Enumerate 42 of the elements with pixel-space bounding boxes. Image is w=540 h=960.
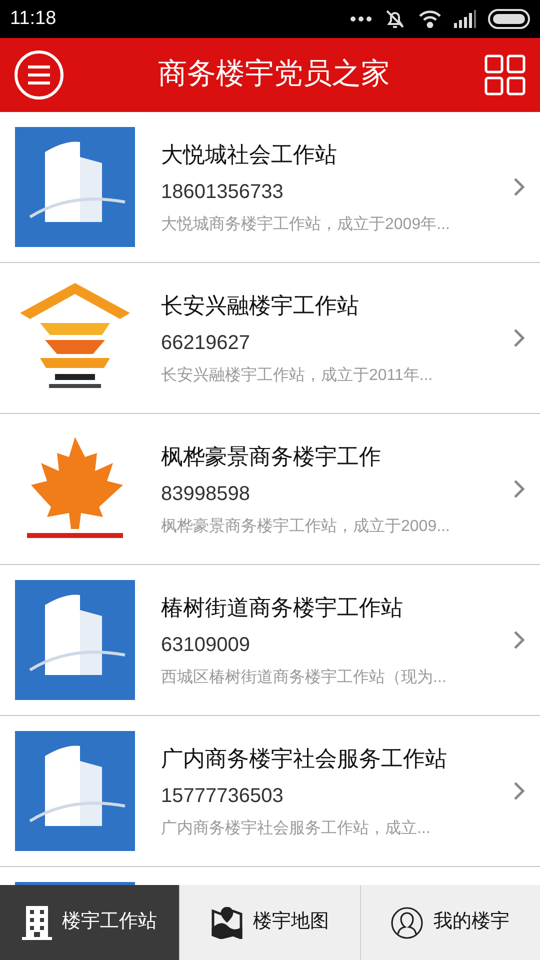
menu-button[interactable] (14, 50, 64, 100)
station-list-item[interactable]: 椿树街道商务楼宇工作站 63109009 西城区椿树街道商务楼宇工作站（现为... (0, 565, 540, 716)
status-time: 11:18 (10, 6, 56, 31)
station-list-item[interactable]: 大悦城社会工作站 18601356733 大悦城商务楼宇工作站，成立于2009年... (0, 112, 540, 263)
station-name: 椿树街道商务楼宇工作站 (161, 594, 404, 622)
station-name: 大悦城社会工作站 (161, 140, 338, 168)
station-list-item[interactable]: 长安兴融楼宇工作站 66219627 长安兴融楼宇工作站，成立于2011年... (0, 263, 540, 414)
station-description: 西城区椿树街道商务楼宇工作站（现为... (161, 668, 448, 688)
muted-bell-icon (384, 8, 406, 30)
station-list-item[interactable]: 广内商务楼宇社会服务工作站 15777736503 广内商务楼宇社会服务工作站，成立... (0, 716, 540, 867)
station-name: 枫桦豪景商务楼宇工作 (161, 442, 382, 470)
station-description: 枫桦豪景商务楼宇工作站，成立于2009... (161, 516, 451, 536)
station-name: 长安兴融楼宇工作站 (161, 292, 360, 320)
station-description: 广内商务楼宇社会服务工作站，成立... (161, 818, 432, 838)
station-phone: 18601356733 (161, 180, 284, 204)
station-name: 广内商务楼宇社会服务工作站 (161, 744, 448, 772)
bottom-tab[interactable]: 我的楼宇 (360, 885, 540, 960)
grid-icon (484, 54, 526, 96)
grid-button[interactable] (484, 54, 526, 96)
station-description: 长安兴融楼宇工作站，成立于2011年... (161, 366, 434, 386)
station-list-item[interactable]: 枫桦豪景商务楼宇工作 83998598 枫桦豪景商务楼宇工作站，成立于2009... (0, 414, 540, 565)
station-phone: 66219627 (161, 330, 251, 356)
station-phone: 15777736503 (161, 784, 284, 808)
menu-icon (14, 50, 64, 100)
battery-icon (488, 9, 530, 29)
app-title: 商务楼宇党员之家 (158, 57, 390, 92)
station-description: 大悦城商务楼宇工作站，成立于2009年... (161, 214, 451, 234)
signal-icon (454, 10, 476, 28)
chevron-right-icon (513, 479, 525, 499)
chevron-right-icon (513, 328, 525, 348)
chevron-right-icon (513, 177, 525, 197)
map-pin-icon (210, 906, 243, 938)
station-phone: 83998598 (161, 482, 251, 506)
more-dots-icon (350, 16, 372, 22)
bottom-tab[interactable]: 楼宇工作站 (0, 885, 180, 960)
chevron-right-icon (513, 781, 525, 801)
chevron-right-icon (513, 630, 525, 650)
building-icon (22, 906, 52, 940)
station-phone: 63109009 (161, 632, 251, 658)
bottom-tab[interactable]: 楼宇地图 (179, 885, 360, 960)
wifi-icon (418, 10, 442, 28)
user-icon (391, 906, 424, 938)
